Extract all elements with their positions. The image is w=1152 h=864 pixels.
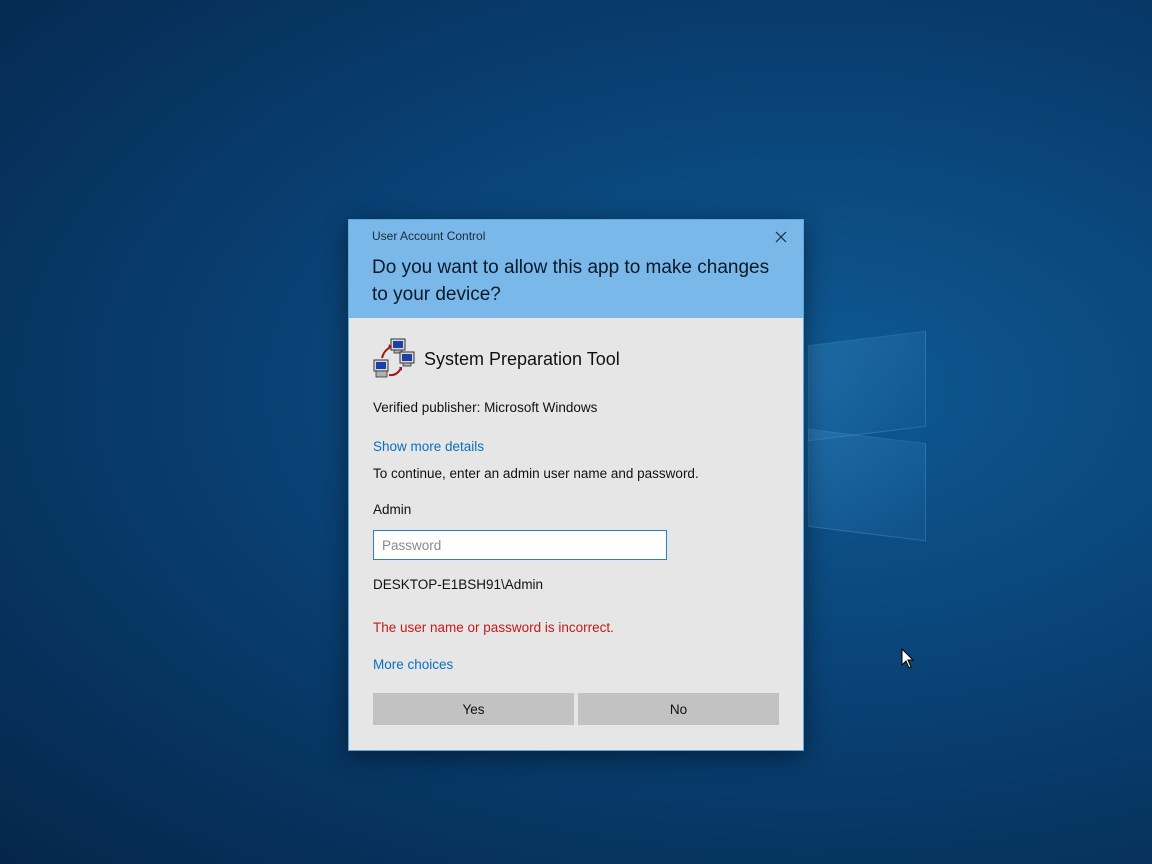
dialog-question: Do you want to allow this app to make ch… xyxy=(372,257,770,305)
logo-pane-top xyxy=(808,330,926,442)
dialog-header: User Account Control Do you want to allo… xyxy=(349,220,803,318)
more-choices-link[interactable]: More choices xyxy=(373,657,453,672)
verified-publisher: Verified publisher: Microsoft Windows xyxy=(373,400,598,415)
yes-button[interactable]: Yes xyxy=(373,693,574,725)
credentials-prompt: To continue, enter an admin user name an… xyxy=(373,466,699,481)
show-more-details-link[interactable]: Show more details xyxy=(373,439,484,454)
password-input[interactable] xyxy=(373,530,667,560)
user-name-label: Admin xyxy=(373,502,412,517)
app-info: System Preparation Tool xyxy=(373,338,620,380)
error-message: The user name or password is incorrect. xyxy=(373,620,614,635)
close-button[interactable] xyxy=(767,224,795,250)
mouse-pointer-icon xyxy=(901,648,915,669)
logo-pane-bottom xyxy=(808,428,926,542)
app-name: System Preparation Tool xyxy=(424,348,620,369)
uac-dialog: User Account Control Do you want to allo… xyxy=(348,219,804,751)
dialog-title: User Account Control xyxy=(372,229,486,243)
account-domain-label: DESKTOP-E1BSH91\Admin xyxy=(373,577,544,592)
system-preparation-tool-icon xyxy=(373,338,415,378)
windows-logo-watermark xyxy=(808,322,926,542)
close-icon xyxy=(775,231,787,243)
no-button[interactable]: No xyxy=(578,693,779,725)
